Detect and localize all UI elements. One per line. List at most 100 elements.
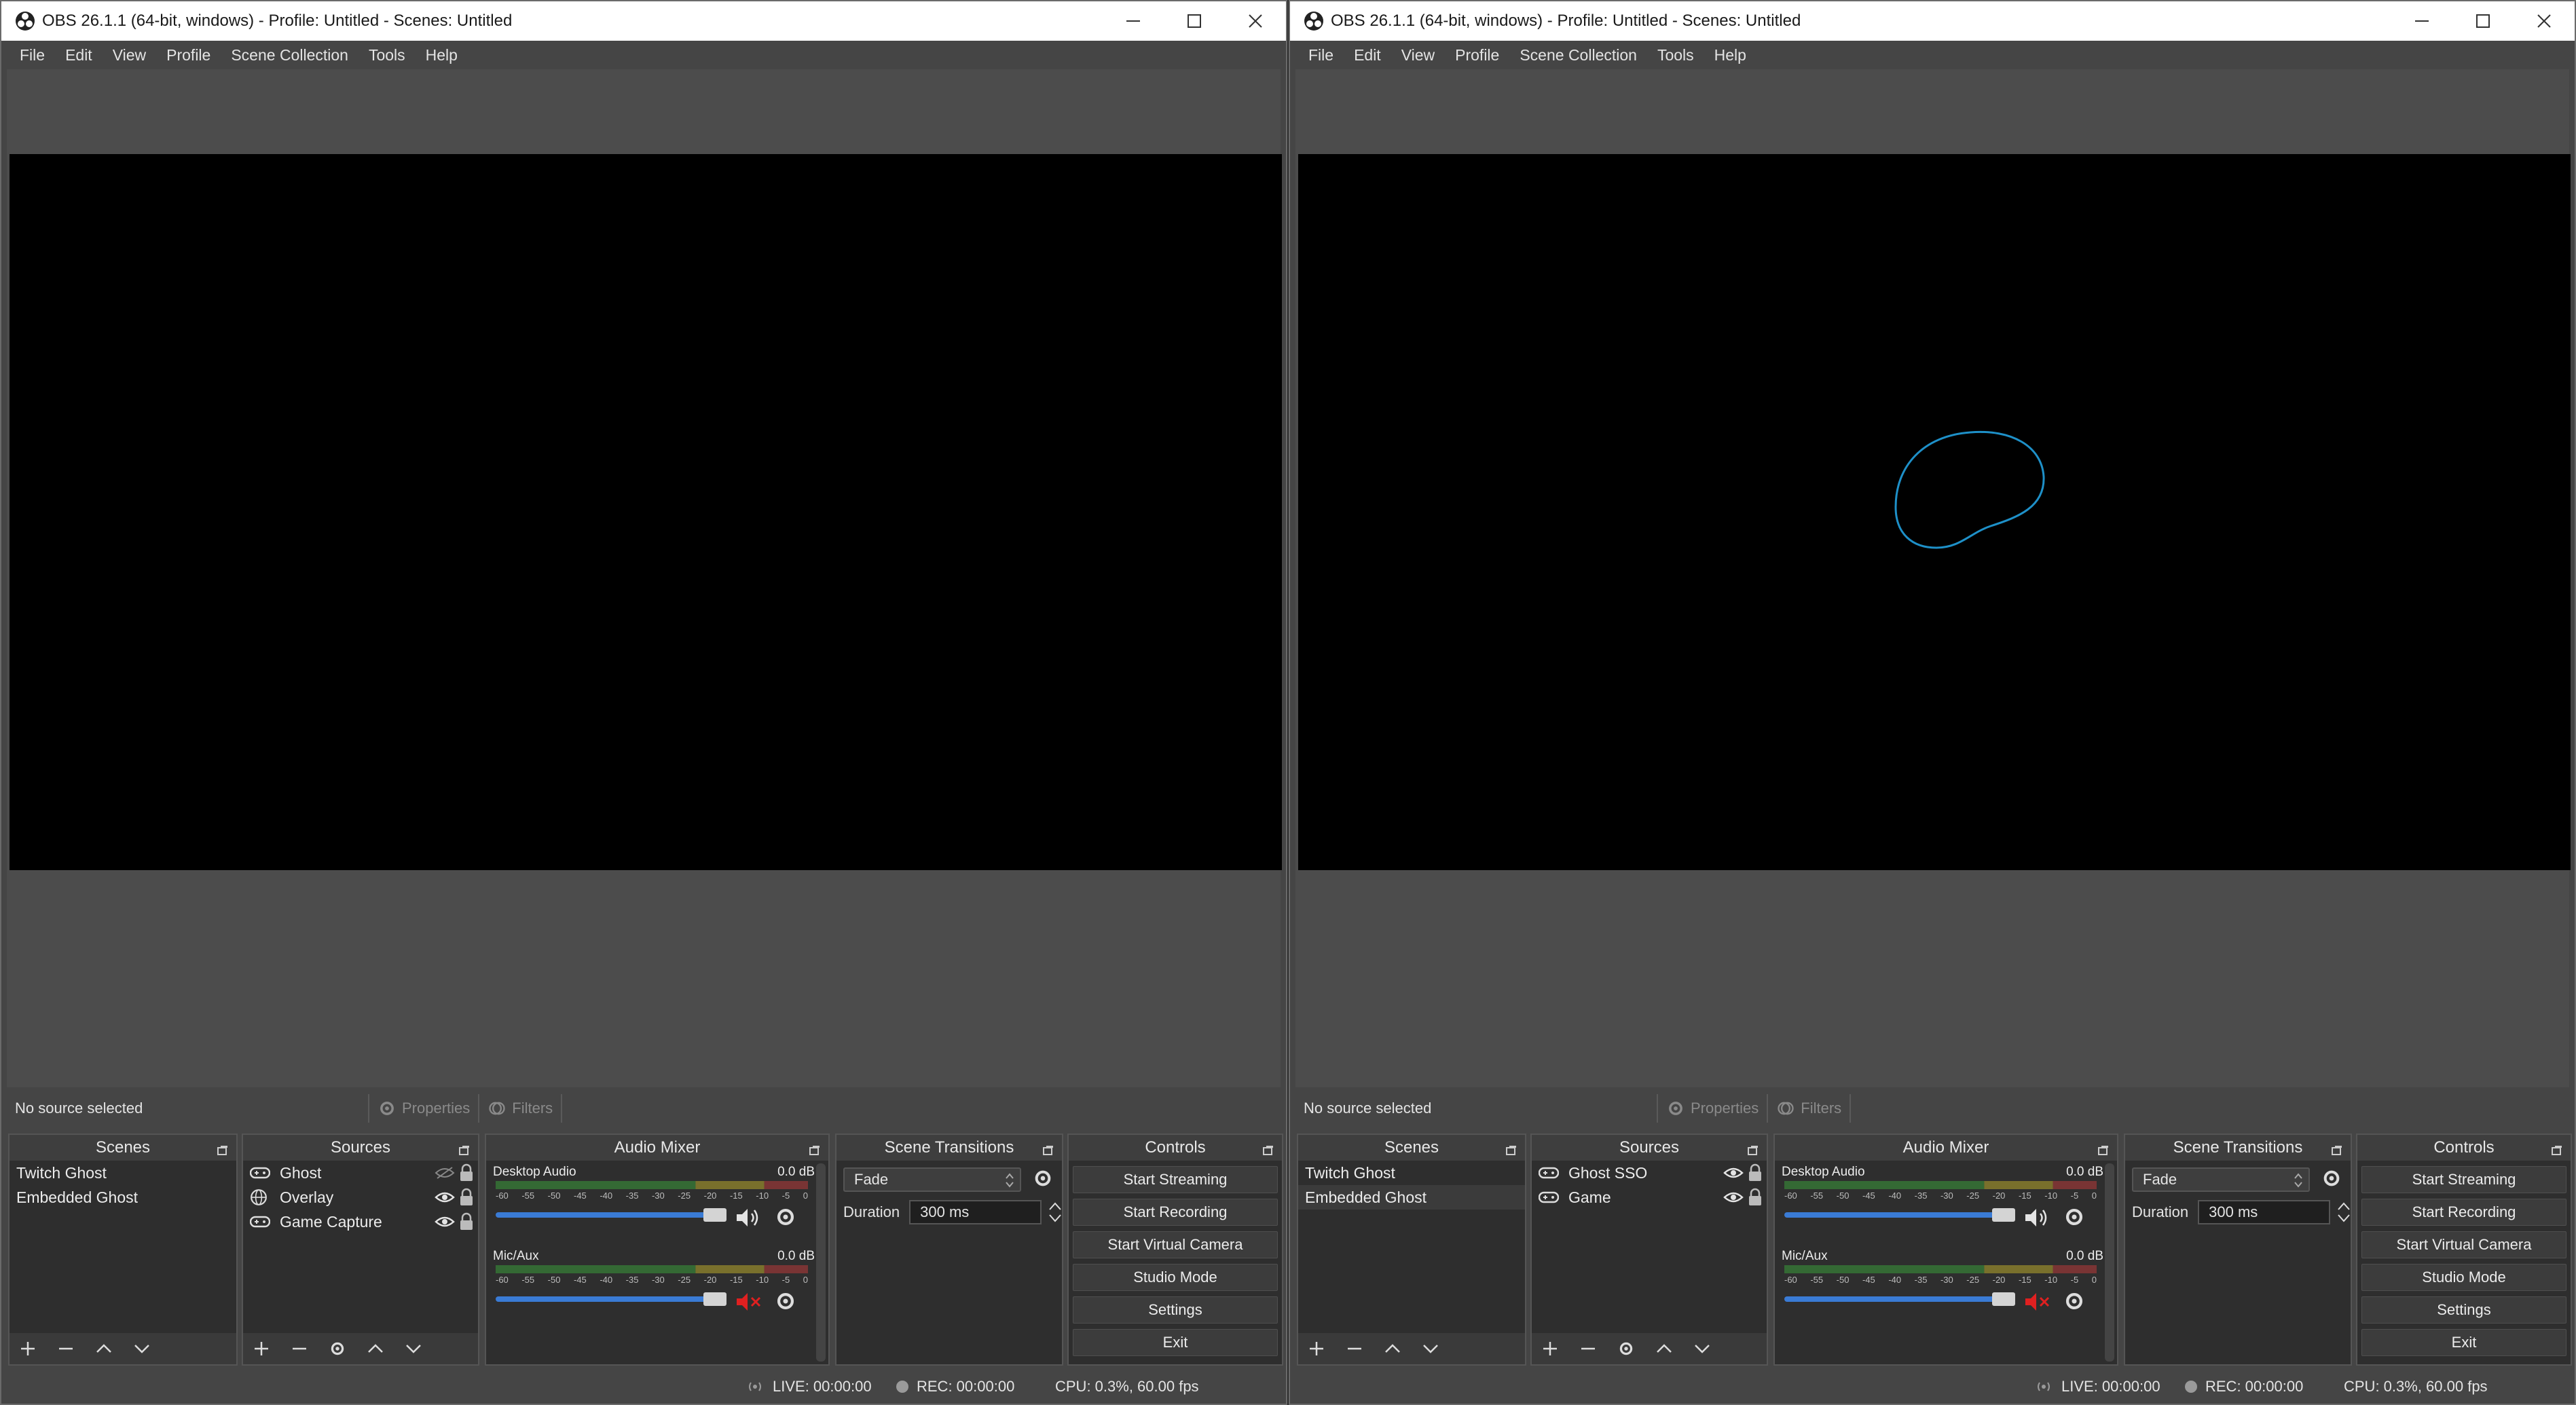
undock-icon[interactable] — [809, 1142, 820, 1161]
add-source-button[interactable] — [253, 1340, 270, 1357]
source-properties-button[interactable] — [1617, 1340, 1635, 1357]
start-streaming-button[interactable]: Start Streaming — [2361, 1166, 2566, 1193]
remove-source-button[interactable] — [1579, 1340, 1597, 1357]
remove-scene-button[interactable] — [57, 1340, 75, 1357]
undock-icon[interactable] — [2552, 1142, 2562, 1161]
eye-icon[interactable] — [435, 1214, 455, 1234]
chevron-up-icon[interactable] — [2337, 1201, 2351, 1211]
menu-tools[interactable]: Tools — [358, 41, 416, 69]
mute-button[interactable] — [735, 1288, 763, 1315]
move-scene-down-button[interactable] — [133, 1340, 151, 1357]
eye-hidden-icon[interactable] — [435, 1165, 455, 1185]
scene-item[interactable]: Twitch Ghost — [10, 1161, 236, 1185]
volume-slider[interactable] — [1784, 1212, 2015, 1218]
mute-button[interactable] — [2023, 1288, 2052, 1315]
lock-icon[interactable] — [1748, 1188, 1763, 1211]
menu-edit[interactable]: Edit — [55, 41, 103, 69]
channel-settings-button[interactable] — [774, 1290, 797, 1316]
move-source-down-button[interactable] — [1693, 1340, 1711, 1357]
move-scene-up-button[interactable] — [95, 1340, 113, 1357]
start-recording-button[interactable]: Start Recording — [1073, 1199, 1278, 1226]
source-item[interactable]: Game — [1532, 1185, 1767, 1210]
move-source-down-button[interactable] — [405, 1340, 422, 1357]
chevron-down-icon[interactable] — [1048, 1214, 1062, 1223]
source-item[interactable]: Ghost SSO — [1532, 1161, 1767, 1185]
settings-button[interactable]: Settings — [2361, 1296, 2566, 1324]
duration-stepper[interactable] — [2337, 1201, 2351, 1223]
add-source-button[interactable] — [1541, 1340, 1559, 1357]
add-scene-button[interactable] — [1308, 1340, 1325, 1357]
lock-icon[interactable] — [459, 1212, 474, 1235]
menu-help[interactable]: Help — [1704, 41, 1756, 69]
menu-tools[interactable]: Tools — [1647, 41, 1704, 69]
mute-button[interactable] — [2023, 1204, 2052, 1231]
transition-settings-button[interactable] — [1032, 1167, 1054, 1193]
mute-button[interactable] — [735, 1204, 763, 1231]
minimize-button[interactable] — [1103, 1, 1164, 41]
move-source-up-button[interactable] — [1655, 1340, 1673, 1357]
lock-icon[interactable] — [459, 1163, 474, 1186]
scene-item[interactable]: Twitch Ghost — [1298, 1161, 1525, 1185]
lock-icon[interactable] — [459, 1188, 474, 1211]
channel-settings-button[interactable] — [2063, 1205, 2086, 1232]
undock-icon[interactable] — [2098, 1142, 2109, 1161]
source-item[interactable]: Ghost — [243, 1161, 478, 1185]
lock-icon[interactable] — [1748, 1163, 1763, 1186]
volume-slider[interactable] — [1784, 1296, 2015, 1302]
menu-help[interactable]: Help — [416, 41, 468, 69]
source-item[interactable]: Overlay — [243, 1185, 478, 1210]
eye-icon[interactable] — [1723, 1189, 1744, 1210]
menu-scene-collection[interactable]: Scene Collection — [1509, 41, 1647, 69]
filters-button[interactable]: Filters — [1767, 1094, 1850, 1123]
menu-profile[interactable]: Profile — [156, 41, 221, 69]
remove-source-button[interactable] — [291, 1340, 308, 1357]
volume-slider-handle[interactable] — [1992, 1208, 2015, 1222]
menu-file[interactable]: File — [1298, 41, 1344, 69]
move-scene-down-button[interactable] — [1422, 1340, 1439, 1357]
undock-icon[interactable] — [459, 1142, 470, 1161]
start-virtual-camera-button[interactable]: Start Virtual Camera — [1073, 1231, 1278, 1258]
move-source-up-button[interactable] — [367, 1340, 384, 1357]
undock-icon[interactable] — [1043, 1142, 1054, 1161]
volume-slider[interactable] — [496, 1296, 726, 1302]
eye-icon[interactable] — [1723, 1165, 1744, 1185]
undock-icon[interactable] — [217, 1142, 228, 1161]
mixer-scrollbar[interactable] — [816, 1163, 826, 1362]
mixer-scrollbar[interactable] — [2105, 1163, 2114, 1362]
studio-mode-button[interactable]: Studio Mode — [2361, 1264, 2566, 1291]
undock-icon[interactable] — [1506, 1142, 1517, 1161]
duration-input[interactable]: 300 ms — [909, 1200, 1042, 1224]
transition-settings-button[interactable] — [2321, 1167, 2342, 1193]
duration-stepper[interactable] — [1048, 1201, 1062, 1223]
source-properties-button[interactable] — [329, 1340, 346, 1357]
menu-edit[interactable]: Edit — [1344, 41, 1391, 69]
menu-scene-collection[interactable]: Scene Collection — [221, 41, 358, 69]
undock-icon[interactable] — [1263, 1142, 1274, 1161]
close-button[interactable] — [2514, 1, 2575, 41]
undock-icon[interactable] — [1748, 1142, 1759, 1161]
volume-slider-handle[interactable] — [703, 1292, 726, 1306]
channel-settings-button[interactable] — [2063, 1290, 2086, 1316]
preview-canvas[interactable] — [10, 154, 1282, 870]
properties-button[interactable]: Properties — [368, 1094, 478, 1123]
remove-scene-button[interactable] — [1346, 1340, 1363, 1357]
scene-item[interactable]: Embedded Ghost — [1298, 1185, 1525, 1210]
close-button[interactable] — [1225, 1, 1286, 41]
undock-icon[interactable] — [2332, 1142, 2342, 1161]
source-item[interactable]: Game Capture — [243, 1210, 478, 1234]
volume-slider-handle[interactable] — [703, 1208, 726, 1222]
channel-settings-button[interactable] — [774, 1205, 797, 1232]
chevron-down-icon[interactable] — [2337, 1214, 2351, 1223]
maximize-button[interactable] — [2452, 1, 2514, 41]
settings-button[interactable]: Settings — [1073, 1296, 1278, 1324]
studio-mode-button[interactable]: Studio Mode — [1073, 1264, 1278, 1291]
menu-view[interactable]: View — [103, 41, 156, 69]
preview-canvas[interactable] — [1298, 154, 2571, 870]
menu-view[interactable]: View — [1391, 41, 1445, 69]
menu-file[interactable]: File — [10, 41, 55, 69]
menu-profile[interactable]: Profile — [1445, 41, 1509, 69]
duration-input[interactable]: 300 ms — [2198, 1200, 2330, 1224]
transition-select[interactable]: Fade — [2132, 1167, 2310, 1192]
exit-button[interactable]: Exit — [1073, 1329, 1278, 1356]
transition-select[interactable]: Fade — [843, 1167, 1021, 1192]
